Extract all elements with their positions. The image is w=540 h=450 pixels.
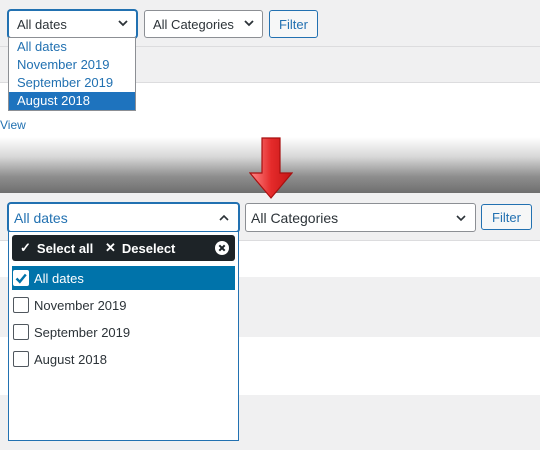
date-option[interactable]: All dates: [9, 38, 135, 56]
category-select-value: All Categories: [251, 209, 339, 226]
date-filter-select[interactable]: All dates: [8, 10, 137, 38]
date-multiselect-dropdown: ✓ Select all ✕ Deselect All dates Novemb…: [8, 231, 239, 441]
deselect-button[interactable]: ✕ Deselect: [105, 235, 175, 261]
filter-button[interactable]: Filter: [481, 204, 532, 230]
option-label: September 2019: [34, 324, 131, 340]
checkbox-checked[interactable]: [13, 270, 29, 286]
top-filter-panel: View All dates All Categories Filter All…: [0, 0, 540, 137]
date-option-selected[interactable]: August 2018: [9, 92, 135, 110]
checkbox[interactable]: [13, 324, 29, 340]
date-filter-value: All dates: [17, 16, 67, 32]
category-filter-select[interactable]: All Categories: [144, 10, 263, 38]
chevron-down-icon: [118, 20, 128, 27]
multiselect-option[interactable]: All dates: [12, 266, 235, 290]
date-options-list: All dates November 2019 September 2019 A…: [8, 37, 136, 111]
date-multiselect-value: All dates: [14, 209, 68, 226]
multiselect-option[interactable]: August 2018: [12, 347, 235, 371]
select-all-label: Select all: [36, 240, 94, 256]
close-circle-icon[interactable]: [215, 241, 229, 255]
category-filter-value: All Categories: [153, 16, 234, 32]
checkmark-icon: ✓: [20, 240, 31, 255]
filter-button[interactable]: Filter: [269, 10, 318, 38]
select-all-button[interactable]: ✓ Select all: [20, 235, 93, 261]
chevron-up-icon: [219, 214, 229, 221]
checkbox[interactable]: [13, 351, 29, 367]
view-link[interactable]: View: [0, 118, 26, 132]
date-option[interactable]: November 2019: [9, 56, 135, 74]
date-multiselect[interactable]: All dates: [8, 203, 239, 232]
checkbox[interactable]: [13, 297, 29, 313]
close-icon: ✕: [105, 240, 116, 255]
multiselect-option[interactable]: November 2019: [12, 293, 235, 317]
multiselect-toolbar: ✓ Select all ✕ Deselect: [12, 235, 235, 261]
multiselect-option[interactable]: September 2019: [12, 320, 235, 344]
deselect-label: Deselect: [121, 240, 176, 256]
checkmark-icon: [15, 273, 27, 284]
option-label: November 2019: [34, 297, 127, 313]
chevron-down-icon: [244, 20, 254, 27]
down-arrow-icon: [249, 137, 293, 199]
option-label: August 2018: [34, 351, 108, 367]
chevron-down-icon: [456, 215, 466, 222]
option-label: All dates: [34, 270, 84, 286]
date-option[interactable]: September 2019: [9, 74, 135, 92]
category-select[interactable]: All Categories: [245, 203, 476, 232]
